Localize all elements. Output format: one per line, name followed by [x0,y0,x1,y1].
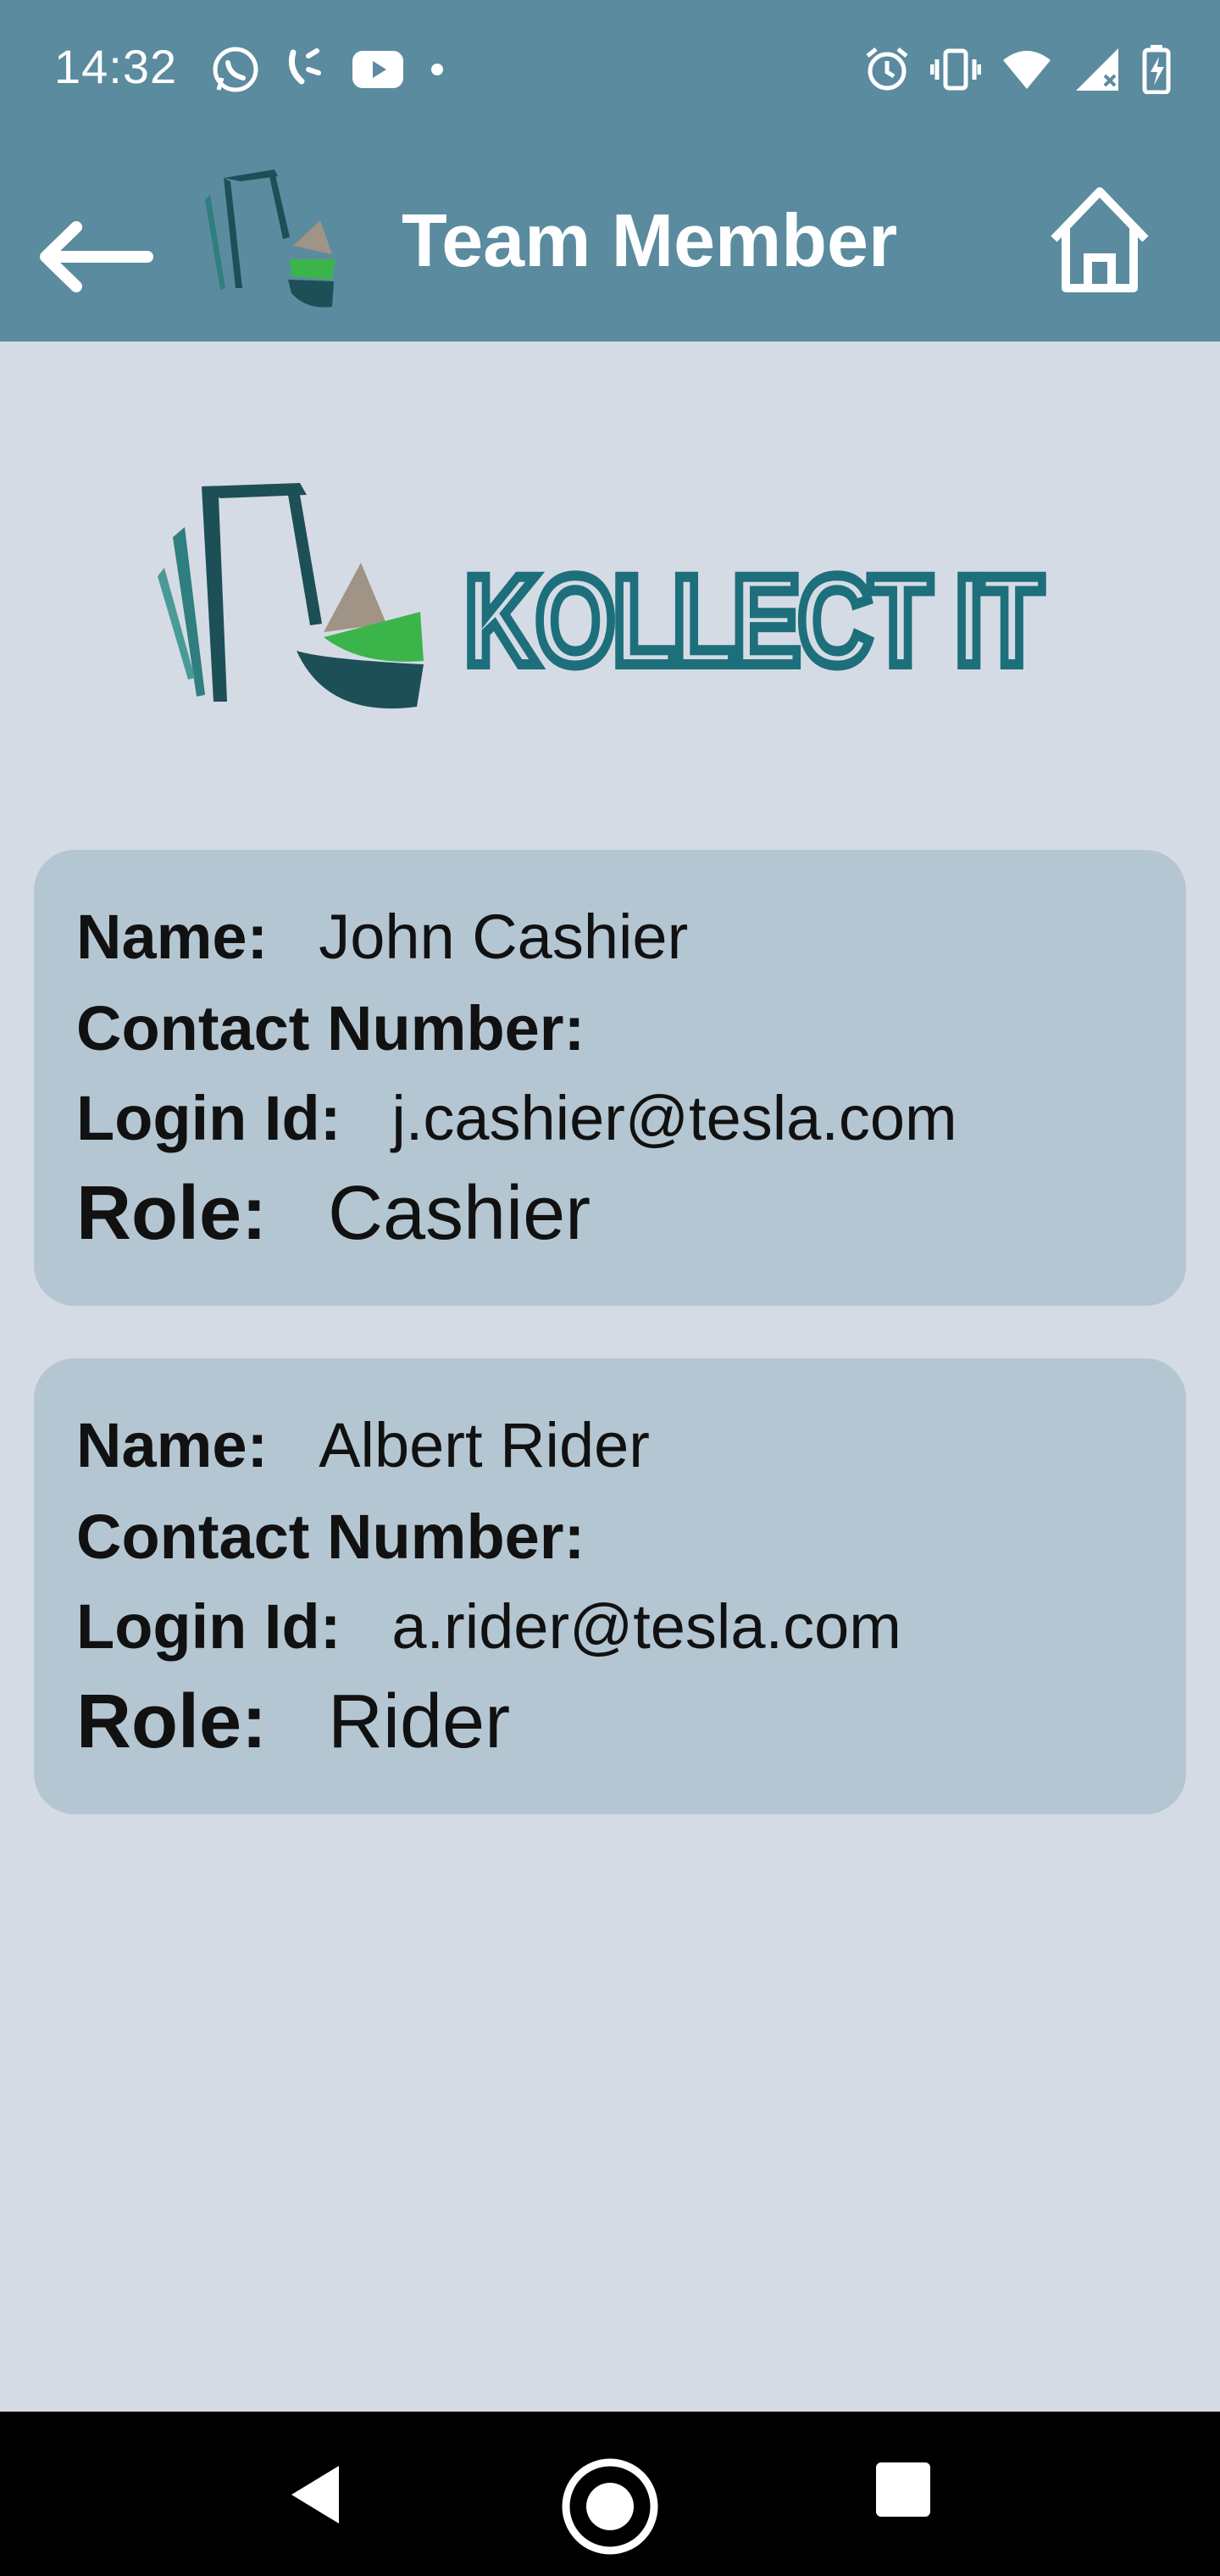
missed-call-icon [288,48,321,85]
login-label: Login Id: [76,1083,341,1153]
name-value: John Cashier [319,902,689,972]
wifi-icon [1003,51,1051,89]
signal-icon [1076,48,1118,91]
youtube-icon [352,51,403,88]
role-label: Role: [76,1171,267,1256]
system-icons [864,42,1171,97]
battery-charging-icon [1142,45,1171,94]
member-card: Name: John Cashier Contact Number: Login … [34,850,1186,1306]
contact-row: Contact Number: [76,997,585,1060]
status-bar: 14:32 [0,0,1220,136]
login-value: j.cashier@tesla.com [391,1083,957,1153]
member-card: Name: Albert Rider Contact Number: Login … [34,1358,1186,1814]
back-button[interactable] [37,210,163,303]
home-icon [1051,187,1149,292]
app-bar: Team Member [0,136,1220,341]
login-label: Login Id: [76,1591,341,1662]
role-value: Cashier [328,1171,591,1256]
name-label: Name: [76,1410,269,1480]
role-row: Role: Rider [76,1684,510,1760]
name-row: Name: Albert Rider [76,1414,650,1477]
login-value: a.rider@tesla.com [391,1591,901,1662]
alarm-icon [866,47,908,91]
status-time: 14:32 [54,40,178,93]
app-logo-icon [205,169,336,308]
contact-row: Contact Number: [76,1506,585,1568]
nav-home-icon[interactable] [559,2456,661,2557]
arrow-left-icon [40,221,153,292]
login-row: Login Id: j.cashier@tesla.com [76,1087,957,1150]
nav-back-icon[interactable] [280,2459,351,2530]
nav-recents-icon[interactable] [876,2462,930,2517]
home-button[interactable] [1045,185,1154,295]
role-value: Rider [328,1679,511,1764]
login-row: Login Id: a.rider@tesla.com [76,1596,901,1658]
whatsapp-icon [213,47,258,92]
brand-wordmark: KOLLECT IT [464,549,1043,691]
name-label: Name: [76,902,269,972]
role-label: Role: [76,1679,267,1764]
notification-icons [210,42,446,97]
name-value: Albert Rider [319,1410,650,1480]
contact-label: Contact Number: [76,1502,585,1572]
vibrate-icon [930,48,981,91]
page-title: Team Member [402,198,898,282]
system-nav-bar [0,2412,1220,2576]
contact-label: Contact Number: [76,993,585,1063]
dot-icon [431,64,443,75]
role-row: Role: Cashier [76,1175,591,1252]
name-row: Name: John Cashier [76,906,688,969]
kollect-it-logo: KOLLECT IT [158,483,1051,709]
